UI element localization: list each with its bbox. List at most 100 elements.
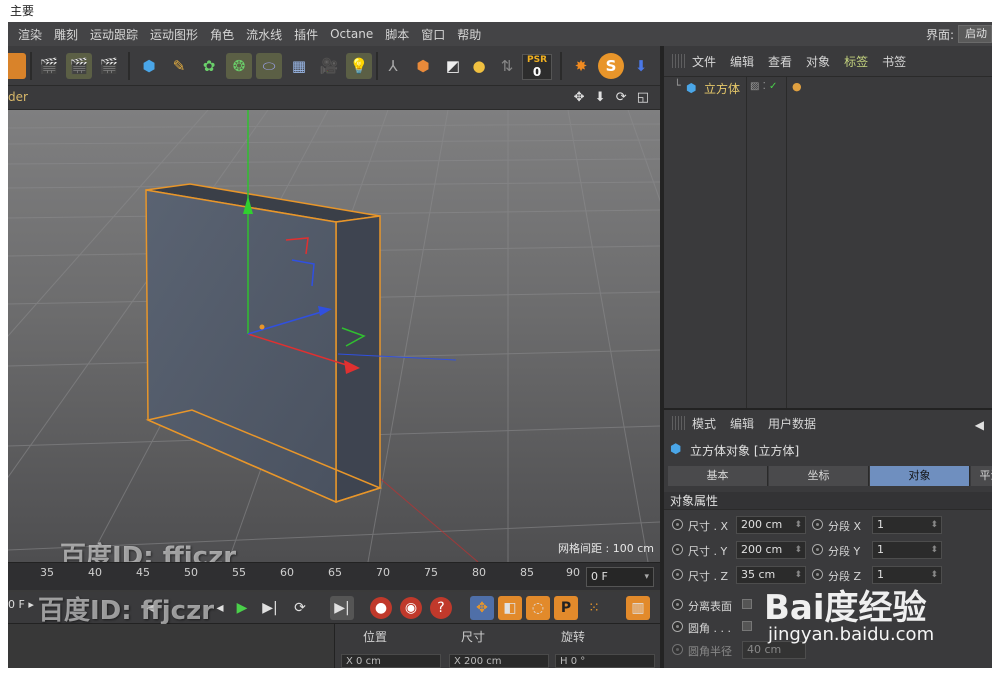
- go-to-end-icon[interactable]: ▶|: [330, 596, 354, 620]
- menu-render[interactable]: 渲染: [18, 26, 42, 43]
- om-menu-file[interactable]: 文件: [692, 53, 716, 70]
- menu-window[interactable]: 窗口: [421, 26, 445, 43]
- size-x-field[interactable]: X 200 cm: [449, 654, 549, 668]
- render-picture-viewer-icon[interactable]: 🎬: [66, 53, 92, 79]
- menu-plugins[interactable]: 插件: [294, 26, 318, 43]
- tab-basic[interactable]: 基本: [668, 466, 768, 486]
- current-frame-field[interactable]: 0 F ▾: [586, 567, 654, 587]
- play-icon[interactable]: ▶: [230, 596, 254, 620]
- om-menu-objects[interactable]: 对象: [806, 53, 830, 70]
- range-start[interactable]: 0 F ▸: [8, 598, 34, 611]
- autokey-icon[interactable]: ◉: [400, 597, 422, 619]
- subdivision-icon[interactable]: ✿: [196, 53, 222, 79]
- loop-icon[interactable]: ⟳: [288, 596, 312, 620]
- am-menu-mode[interactable]: 模式: [692, 415, 716, 432]
- menu-motion-tracking[interactable]: 运动跟踪: [90, 26, 138, 43]
- grip-icon[interactable]: [672, 416, 686, 430]
- om-menu-bookmarks[interactable]: 书签: [882, 53, 906, 70]
- parameter-key-icon[interactable]: P: [554, 596, 578, 620]
- fillet-label: 圆角 . . .: [688, 622, 731, 635]
- axis-icon[interactable]: ⅄: [380, 53, 406, 79]
- floor-icon[interactable]: ▦: [286, 53, 312, 79]
- coordinate-system-icon[interactable]: ●: [466, 53, 492, 79]
- am-menu-user-data[interactable]: 用户数据: [768, 415, 816, 432]
- position-x-field[interactable]: X 0 cm: [341, 654, 441, 668]
- animate-radio[interactable]: [672, 599, 683, 610]
- separate-surfaces-checkbox[interactable]: [742, 599, 752, 609]
- snap-icon[interactable]: ⇅: [494, 53, 520, 79]
- rotation-key-icon[interactable]: ◌: [526, 596, 550, 620]
- grip-icon[interactable]: [672, 54, 686, 68]
- scale-key-icon[interactable]: ◧: [498, 596, 522, 620]
- fillet-checkbox[interactable]: [742, 621, 752, 631]
- rotation-h-field[interactable]: H 0 °: [555, 654, 655, 668]
- material-tag-icon[interactable]: ●: [792, 80, 802, 93]
- s-plugin-icon[interactable]: S: [598, 53, 624, 79]
- animate-radio[interactable]: [812, 569, 823, 580]
- light-icon[interactable]: 💡: [346, 53, 372, 79]
- back-arrow-icon[interactable]: ◀: [975, 418, 984, 432]
- menu-character[interactable]: 角色: [210, 26, 234, 43]
- visibility-check-icon[interactable]: ▨ ⁚ ✓: [750, 81, 777, 92]
- viewport-nav-icons[interactable]: ✥ ⬇ ⟳ ◱: [574, 90, 652, 105]
- menu-help[interactable]: 帮助: [457, 26, 481, 43]
- render-settings-icon[interactable]: 🎬: [96, 53, 122, 79]
- menu-pipeline[interactable]: 流水线: [246, 26, 282, 43]
- tab-phong[interactable]: 平滑: [971, 466, 992, 486]
- step-forward-icon[interactable]: ▶|: [258, 596, 282, 620]
- animate-radio[interactable]: [672, 621, 683, 632]
- am-menu-edit[interactable]: 编辑: [730, 415, 754, 432]
- layout-dropdown[interactable]: 启动: [958, 25, 992, 43]
- size-y-input[interactable]: 200 cm ⬍: [736, 541, 806, 559]
- model-mode-icon[interactable]: ⬢: [410, 53, 436, 79]
- animate-radio[interactable]: [672, 544, 683, 555]
- undo-icon[interactable]: [8, 53, 26, 79]
- cube-icon[interactable]: ⬢: [136, 53, 162, 79]
- deformer-icon[interactable]: ⬭: [256, 53, 282, 79]
- record-key-icon[interactable]: ●: [370, 597, 392, 619]
- cloner-icon[interactable]: ❂: [226, 53, 252, 79]
- spinner-icon[interactable]: ⬍: [794, 517, 802, 533]
- toolbar-separator: [128, 52, 130, 80]
- keyframe-selection-icon[interactable]: ?: [430, 597, 452, 619]
- size-x-input[interactable]: 200 cm ⬍: [736, 516, 806, 534]
- tab-coordinates[interactable]: 坐标: [769, 466, 869, 486]
- menu-octane[interactable]: Octane: [330, 27, 373, 41]
- texture-mode-icon[interactable]: ◩: [440, 53, 466, 79]
- timeline-ruler[interactable]: 35 40 45 50 55 60 65 70 75 80 85 90 0 F …: [8, 562, 660, 590]
- spinner-icon[interactable]: ⬍: [930, 542, 938, 558]
- pen-icon[interactable]: ✎: [166, 53, 192, 79]
- animate-radio[interactable]: [812, 519, 823, 530]
- animate-radio[interactable]: [672, 569, 683, 580]
- section-object-properties[interactable]: 对象属性: [664, 492, 992, 510]
- viewport-render-label[interactable]: der: [8, 90, 28, 104]
- om-menu-view[interactable]: 查看: [768, 53, 792, 70]
- tab-object[interactable]: 对象: [870, 466, 970, 486]
- render-view-icon[interactable]: 🎬: [36, 53, 62, 79]
- menu-sculpt[interactable]: 雕刻: [54, 26, 78, 43]
- animate-radio[interactable]: [672, 519, 683, 530]
- menu-script[interactable]: 脚本: [385, 26, 409, 43]
- animate-radio[interactable]: [672, 644, 683, 655]
- object-name[interactable]: 立方体: [704, 80, 740, 97]
- film-strip-icon[interactable]: ▥: [626, 596, 650, 620]
- object-list[interactable]: └ ⬢ 立方体 ▨ ⁚ ✓ ●: [664, 76, 992, 409]
- psr-counter[interactable]: PSR 0: [522, 54, 552, 80]
- position-key-icon[interactable]: ✥: [470, 596, 494, 620]
- spark-icon[interactable]: ✸: [568, 53, 594, 79]
- spinner-icon[interactable]: ⬍: [930, 517, 938, 533]
- spinner-icon[interactable]: ⬍: [794, 542, 802, 558]
- timeline-tick: 50: [184, 566, 198, 579]
- om-menu-tags[interactable]: 标签: [844, 53, 868, 70]
- object-row-cube[interactable]: └ ⬢ 立方体 ▨ ⁚ ✓ ●: [664, 79, 992, 97]
- seg-y-input[interactable]: 1 ⬍: [872, 541, 942, 559]
- animate-radio[interactable]: [812, 544, 823, 555]
- seg-x-input[interactable]: 1 ⬍: [872, 516, 942, 534]
- menu-mograph[interactable]: 运动图形: [150, 26, 198, 43]
- om-menu-edit[interactable]: 编辑: [730, 53, 754, 70]
- timeline-tick: 35: [40, 566, 54, 579]
- camera-icon[interactable]: 🎥: [316, 53, 342, 79]
- 3d-viewport[interactable]: 网格间距 : 100 cm 百度ID: ffjczr: [8, 110, 660, 562]
- download-icon[interactable]: ⬇: [628, 53, 654, 79]
- point-level-icon[interactable]: ⁙: [582, 596, 606, 620]
